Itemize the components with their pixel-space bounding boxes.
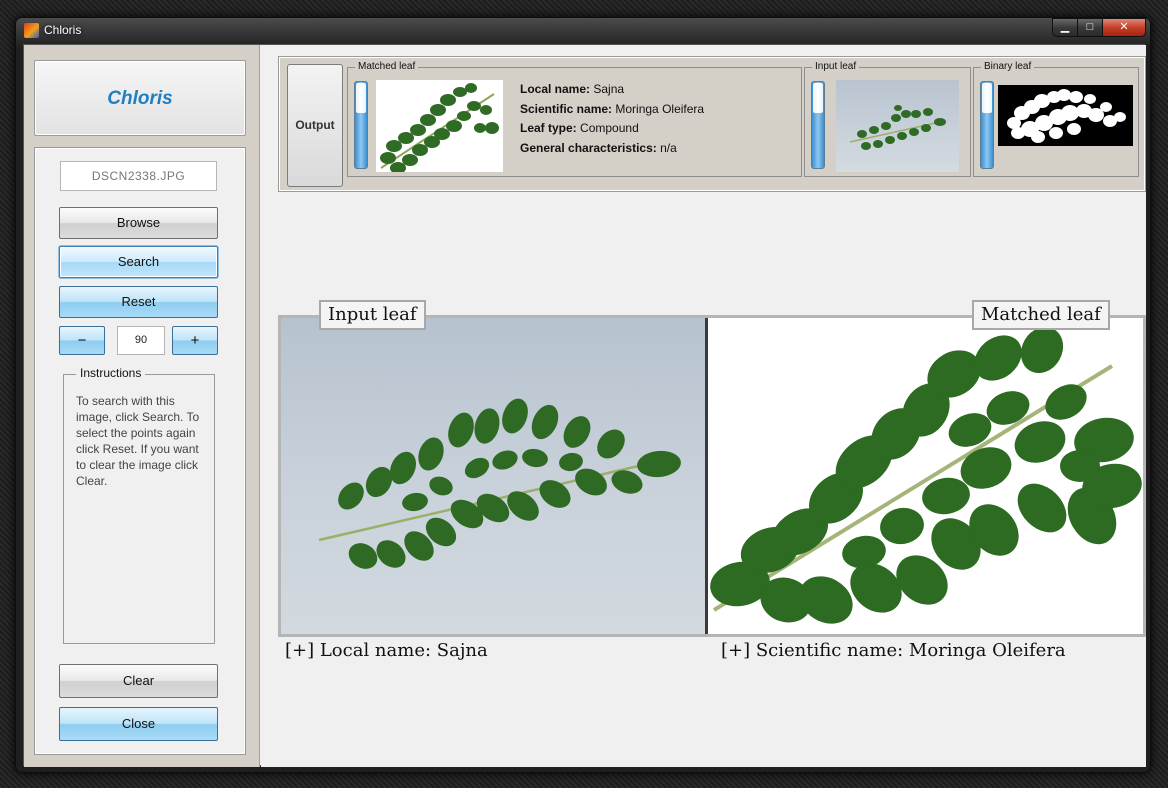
local-name-key: Local name:	[520, 82, 591, 96]
local-name-caption[interactable]: [+] Local name: Sajna	[285, 640, 488, 661]
matched-leaf-slider[interactable]	[354, 81, 368, 169]
zoom-value-field[interactable]: 90	[117, 326, 165, 355]
app-logo: Chloris	[107, 88, 173, 109]
sidebar: Chloris DSCN2338.JPG Browse Search Reset…	[24, 45, 260, 767]
leaf-type-key: Leaf type:	[520, 121, 577, 135]
app-window: Chloris ▁ □ ✕ Chloris DSCN2338.JPG Brows…	[15, 17, 1151, 773]
browse-button[interactable]: Browse	[59, 207, 218, 239]
close-button[interactable]: Close	[59, 707, 218, 741]
instructions-text: To search with this image, click Search.…	[76, 394, 200, 488]
control-panel: DSCN2338.JPG Browse Search Reset − 90 + …	[34, 147, 246, 755]
input-leaf-image	[281, 318, 705, 634]
input-leaf-thumbnail	[836, 80, 959, 172]
scientific-name-caption[interactable]: [+] Scientific name: Moringa Oleifera	[721, 640, 1066, 661]
comparison-view	[278, 315, 1146, 637]
matched-leaf-image	[708, 318, 1143, 634]
scientific-name-key: Scientific name:	[520, 101, 613, 116]
binary-leaf-group: Binary leaf	[973, 61, 1139, 177]
matched-leaf-group: Matched leaf Local name: Sajna Scientifi…	[347, 61, 802, 177]
window-title: Chloris	[44, 23, 82, 37]
matlab-app-icon	[24, 23, 39, 38]
input-leaf-slider[interactable]	[811, 81, 825, 169]
reset-button[interactable]: Reset	[59, 286, 218, 318]
close-window-button[interactable]: ✕	[1102, 18, 1146, 37]
clear-button[interactable]: Clear	[59, 664, 218, 698]
matched-leaf-tag: Matched leaf	[972, 300, 1110, 330]
binary-leaf-slider[interactable]	[980, 81, 994, 169]
search-button[interactable]: Search	[59, 246, 218, 278]
leaf-type-value: Compound	[580, 121, 639, 135]
general-characteristics-value: n/a	[660, 140, 677, 155]
leaf-info: Local name: Sajna Scientific name: Morin…	[520, 80, 704, 158]
instructions-group: Instructions To search with this image, …	[63, 366, 215, 644]
filename-field[interactable]: DSCN2338.JPG	[60, 161, 217, 191]
instructions-title: Instructions	[76, 366, 146, 380]
input-leaf-label: Input leaf	[812, 61, 860, 73]
general-characteristics-key: General characteristics:	[520, 140, 657, 155]
title-bar[interactable]: Chloris ▁ □ ✕	[16, 18, 1150, 44]
binary-leaf-thumbnail	[998, 85, 1133, 146]
scientific-name-value: Moringa Oleifera	[615, 101, 705, 116]
zoom-out-button[interactable]: −	[59, 326, 105, 355]
output-button[interactable]: Output	[287, 64, 343, 187]
output-panel: Output Matched leaf Local name: Sajna Sc…	[278, 56, 1146, 192]
matched-leaf-label: Matched leaf	[355, 61, 419, 73]
input-leaf-group: Input leaf	[804, 61, 971, 177]
input-leaf-tag: Input leaf	[319, 300, 426, 330]
client-area: Chloris DSCN2338.JPG Browse Search Reset…	[23, 44, 1146, 767]
binary-leaf-label: Binary leaf	[981, 61, 1035, 73]
zoom-in-button[interactable]: +	[172, 326, 218, 355]
logo-panel: Chloris	[34, 60, 246, 136]
local-name-value: Sajna	[593, 82, 625, 96]
main-area: Output Matched leaf Local name: Sajna Sc…	[261, 45, 1146, 767]
minimize-button[interactable]: ▁	[1052, 18, 1078, 37]
maximize-button[interactable]: □	[1077, 18, 1103, 37]
matched-leaf-thumbnail	[376, 80, 503, 172]
